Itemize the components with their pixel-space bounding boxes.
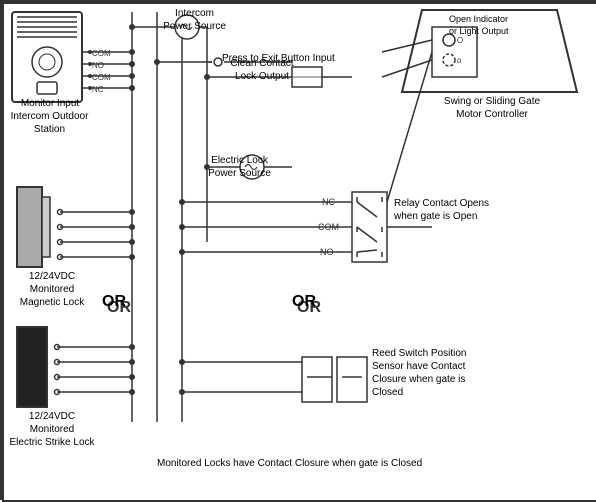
- or-label-1: OR: [102, 293, 126, 311]
- or-label-2: OR: [292, 293, 316, 311]
- magnetic-lock-label: 12/24VDC MonitoredMagnetic Lock: [7, 270, 97, 309]
- svg-text:COM: COM: [92, 49, 111, 58]
- monitored-locks-label: Monitored Locks have Contact Closure whe…: [157, 457, 422, 470]
- monitor-input-label: Monitor Input: [10, 97, 90, 110]
- electric-strike-label: 12/24VDC MonitoredElectric Strike Lock: [7, 410, 97, 449]
- swing-gate-label: Swing or Sliding GateMotor Controller: [412, 95, 572, 121]
- intercom-power-label: IntercomPower Source: [157, 7, 232, 33]
- intercom-outdoor-label: Intercom OutdoorStation: [7, 110, 92, 136]
- wiring-diagram: COM NO COM NC: [0, 0, 596, 500]
- reed-switch-label: Reed Switch PositionSensor have ContactC…: [372, 347, 512, 399]
- svg-text:o: o: [457, 56, 462, 65]
- electric-lock-power-label: Electric LockPower Source: [197, 154, 282, 180]
- relay-contact-label: Relay Contact Openswhen gate is Open: [394, 197, 524, 223]
- open-indicator-label: Open Indicatoror Light Output: [449, 14, 564, 37]
- svg-text:NO: NO: [92, 61, 104, 70]
- svg-text:COM: COM: [92, 73, 111, 82]
- clean-contact-label: Clean ContactLock Output: [217, 57, 307, 83]
- svg-text:NC: NC: [92, 85, 104, 94]
